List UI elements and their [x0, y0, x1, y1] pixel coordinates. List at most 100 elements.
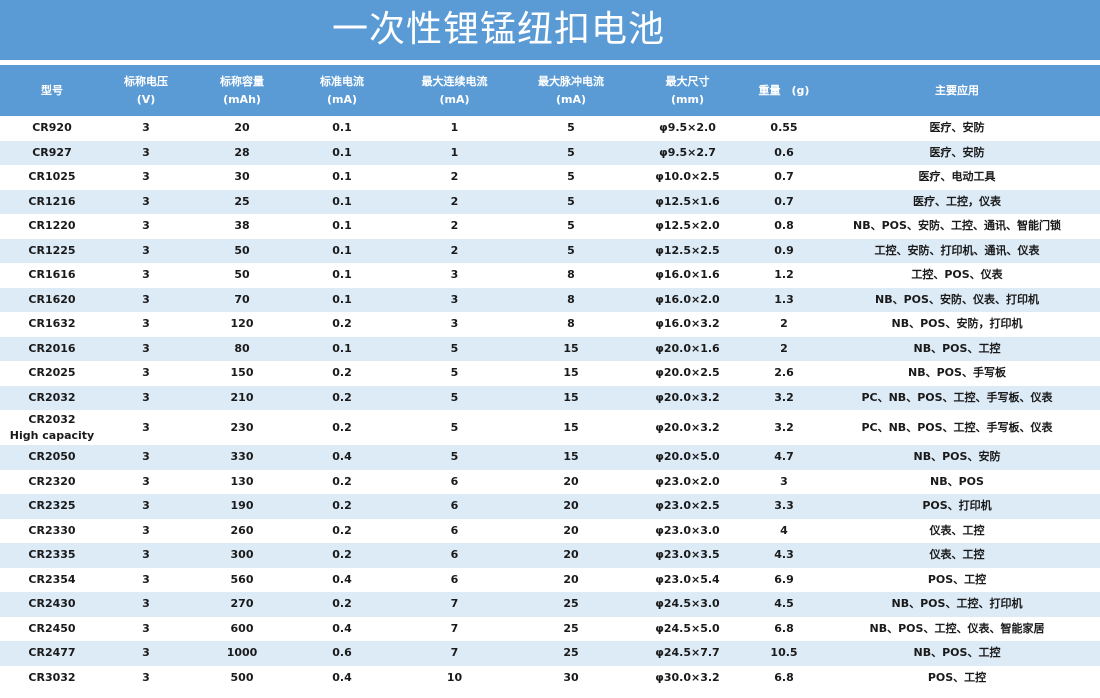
cell-text: CR1025	[28, 170, 76, 184]
cell-voltage: 3	[142, 572, 150, 586]
table-body: CR920 3 20 0.1 1 5 φ9.5×2.0 0.55 医疗、安防 CR927 3 28 0.…	[0, 116, 1100, 690]
cell-capacity: 560	[230, 572, 254, 586]
cell-max-pulse-current: 5	[521, 140, 621, 165]
table-row: CR1616 3 50 0.1 3 8 φ16.0×1.6 1.2 工控、POS、仪表	[0, 263, 1100, 288]
column-header-text: 主要应用	[935, 83, 979, 97]
table-row: CR2430 3 270 0.2 7 25 φ24.5×3.0 4.5 NB、POS、工控、打印…	[0, 592, 1100, 617]
cell-max-size: φ23.0×3.0	[655, 523, 720, 537]
cell-capacity: 70	[188, 287, 296, 312]
cell-standard-current: 0.2	[296, 543, 388, 568]
cell-voltage: 3	[104, 641, 188, 666]
cell-max-continuous-current: 1	[388, 140, 521, 165]
cell-model: CR1220	[0, 214, 104, 239]
cell-max-pulse-current: 8	[521, 287, 621, 312]
cell-max-continuous-current: 2	[388, 189, 521, 214]
cell-application: NB、POS、工控、打印机	[814, 592, 1100, 617]
cell-model: CR2032	[0, 385, 104, 410]
cell-model: CR2025	[0, 361, 104, 386]
cell-capacity: 300	[188, 543, 296, 568]
cell-application: NB、POS、安防、仪表、打印机	[814, 287, 1100, 312]
cell-weight: 3.2	[754, 385, 814, 410]
cell-max-pulse-current: 15	[563, 420, 579, 434]
cell-text: CR2450	[28, 621, 76, 635]
cell-capacity: 1000	[188, 641, 296, 666]
cell-model: CR2016	[0, 336, 104, 361]
table-row: CR2025 3 150 0.2 5 15 φ20.0×2.5 2.6 NB、POS、手写板	[0, 361, 1100, 386]
cell-voltage: 3	[104, 494, 188, 519]
cell-application: NB、POS、安防	[814, 445, 1100, 470]
column-header-voltage: 标称电压 (V)	[104, 65, 188, 116]
cell-voltage: 3	[104, 189, 188, 214]
cell-application: 医疗、电动工具	[918, 170, 996, 184]
cell-max-continuous-current: 2	[450, 219, 459, 233]
cell-capacity: 80	[188, 336, 296, 361]
table-row: CR2477 3 1000 0.6 7 25 φ24.5×7.7 10.5 NB、POS、工控	[0, 641, 1100, 666]
cell-max-size: φ10.0×2.5	[655, 170, 720, 184]
cell-application: NB、POS、安防、工控、通讯、智能门锁	[853, 219, 1061, 233]
table-row: CR2016 3 80 0.1 5 15 φ20.0×1.6 2 NB、POS、工控	[0, 336, 1100, 361]
column-header-text: 重量 (g)	[758, 83, 810, 97]
cell-voltage: 3	[142, 268, 150, 282]
cell-max-size: φ9.5×2.7	[621, 140, 754, 165]
cell-model: CR2450	[0, 617, 104, 642]
cell-text: CR920	[32, 121, 72, 135]
column-header-text: (mA)	[439, 92, 470, 106]
cell-max-size: φ23.0×2.5	[621, 494, 754, 519]
battery-spec-table: 型号 标称电压 (V) 标称容量 (mAh) 标准电流 (mA) 最大连续电流 (mA) 最大脉冲…	[0, 65, 1100, 690]
cell-max-continuous-current: 7	[388, 592, 521, 617]
cell-standard-current: 0.2	[332, 523, 352, 537]
cell-standard-current: 0.1	[296, 238, 388, 263]
cell-max-size: φ9.5×2.0	[659, 121, 716, 135]
cell-max-size: φ20.0×2.5	[655, 366, 720, 380]
column-header-text: 最大脉冲电流	[538, 74, 604, 88]
cell-voltage: 3	[104, 336, 188, 361]
cell-model: CR2354	[0, 568, 104, 593]
cell-max-size: φ20.0×1.6	[621, 336, 754, 361]
cell-voltage: 3	[142, 219, 150, 233]
table-row: CR1216 3 25 0.1 2 5 φ12.5×1.6 0.7 医疗、工控，仪表	[0, 189, 1100, 214]
cell-application: NB、POS、安防，打印机	[891, 317, 1023, 331]
cell-max-pulse-current: 15	[563, 366, 579, 380]
cell-standard-current: 0.1	[296, 336, 388, 361]
cell-voltage: 3	[104, 238, 188, 263]
cell-voltage: 3	[142, 670, 150, 684]
cell-max-size: φ24.5×7.7	[621, 641, 754, 666]
cell-max-size: φ23.0×3.5	[621, 543, 754, 568]
cell-max-size: φ24.5×3.0	[621, 592, 754, 617]
cell-text: CR3032	[28, 670, 76, 684]
cell-model: CR1620	[0, 287, 104, 312]
cell-text: CR2325	[28, 499, 76, 513]
cell-capacity: 270	[188, 592, 296, 617]
cell-standard-current: 0.4	[332, 621, 352, 635]
cell-application: NB、POS	[930, 474, 984, 488]
cell-max-pulse-current: 15	[521, 445, 621, 470]
cell-max-pulse-current: 20	[563, 474, 579, 488]
cell-weight: 2	[780, 317, 788, 331]
cell-text: CR1616	[28, 268, 76, 282]
cell-weight: 2.6	[774, 366, 794, 380]
column-header-max-pulse-current: 最大脉冲电流 (mA)	[521, 65, 621, 116]
cell-capacity: 30	[234, 170, 250, 184]
cell-text: CR2050	[28, 450, 76, 464]
table-row: CR1620 3 70 0.1 3 8 φ16.0×2.0 1.3 NB、POS、安防、仪表、打…	[0, 287, 1100, 312]
cell-text: CR2025	[28, 366, 76, 380]
cell-max-pulse-current: 8	[567, 268, 575, 282]
cell-standard-current: 0.2	[332, 317, 352, 331]
cell-max-continuous-current: 6	[388, 543, 521, 568]
column-header-standard-current: 标准电流 (mA)	[296, 65, 388, 116]
cell-max-pulse-current: 5	[521, 238, 621, 263]
cell-max-size: φ12.5×2.0	[655, 219, 720, 233]
cell-voltage: 3	[142, 621, 150, 635]
cell-max-size: φ16.0×1.6	[655, 268, 720, 282]
cell-max-pulse-current: 5	[567, 219, 575, 233]
cell-capacity: 28	[188, 140, 296, 165]
cell-capacity: 25	[188, 189, 296, 214]
cell-max-continuous-current: 6	[388, 494, 521, 519]
cell-voltage: 3	[142, 420, 150, 434]
cell-voltage: 3	[142, 366, 150, 380]
cell-application: 医疗、安防	[814, 140, 1100, 165]
column-header-max-continuous-current: 最大连续电流 (mA)	[388, 65, 521, 116]
cell-capacity: 130	[230, 474, 254, 488]
cell-text: CR2477	[28, 646, 76, 660]
cell-max-continuous-current: 2	[450, 170, 459, 184]
